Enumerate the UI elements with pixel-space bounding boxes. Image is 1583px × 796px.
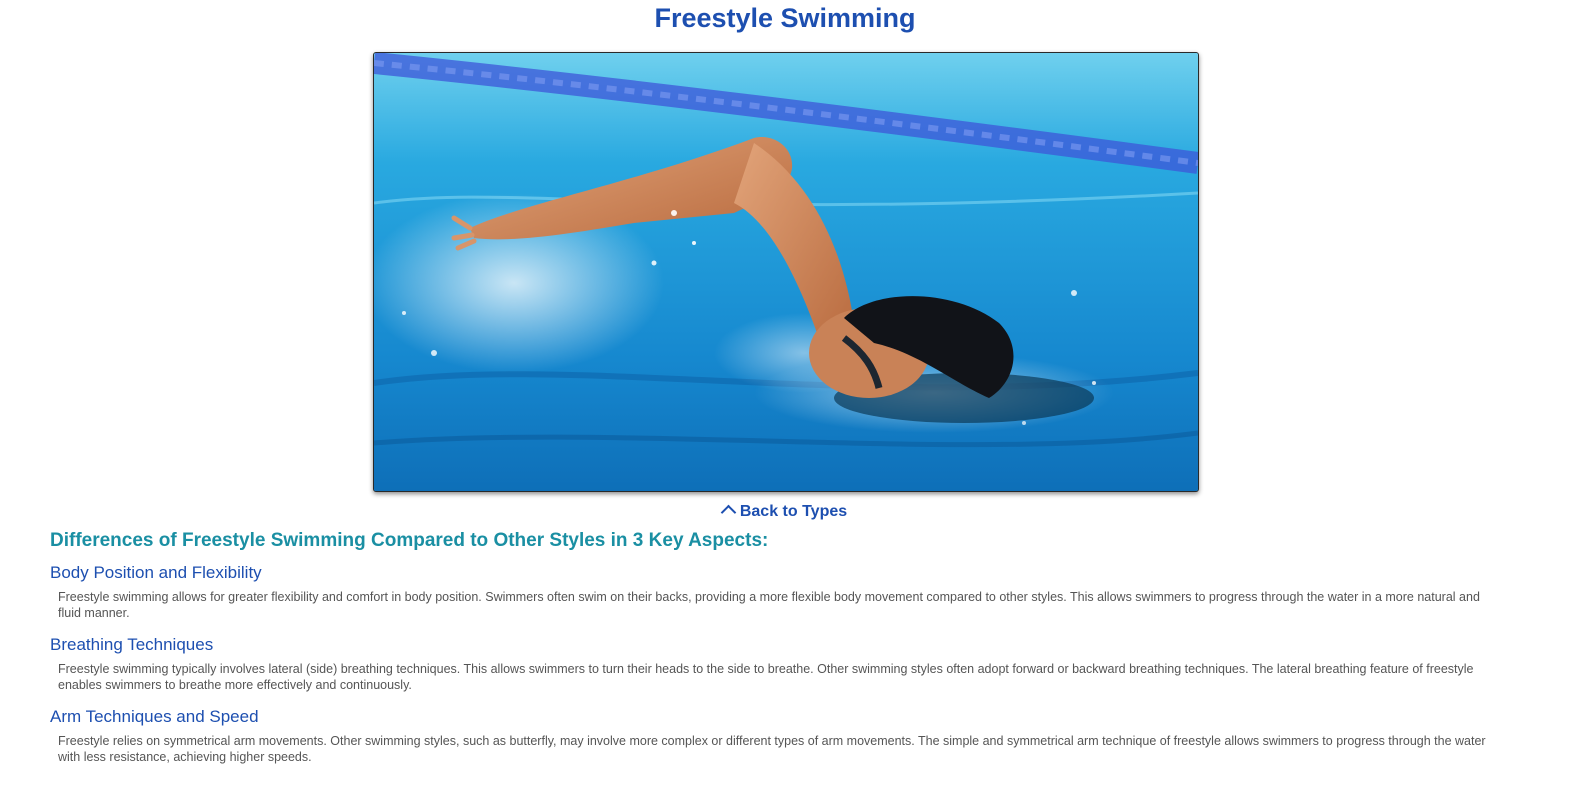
chevron-up-icon (720, 504, 737, 521)
aspect-title: Arm Techniques and Speed (50, 707, 259, 726)
aspect-breathing: Breathing Techniques Freestyle swimming … (50, 635, 1510, 693)
back-to-types-label: Back to Types (739, 503, 848, 520)
aspect-text: Freestyle relies on symmetrical arm move… (58, 734, 1486, 764)
back-to-types-link[interactable]: Back to Types (0, 502, 1570, 522)
article-content: Differences of Freestyle Swimming Compar… (50, 529, 1510, 779)
page-title: Freestyle Swimming (654, 3, 916, 33)
swimmer-photo (374, 53, 1198, 491)
page: Freestyle Swimming Back to Types Differe… (0, 0, 1583, 796)
aspect-title: Body Position and Flexibility (50, 563, 262, 582)
hero-image (373, 52, 1199, 492)
aspect-body-position: Body Position and Flexibility Freestyle … (50, 563, 1510, 621)
aspect-title: Breathing Techniques (50, 635, 214, 654)
aspect-arm-techniques: Arm Techniques and Speed Freestyle relie… (50, 707, 1510, 765)
aspect-text: Freestyle swimming allows for greater fl… (58, 590, 1480, 620)
section-heading: Differences of Freestyle Swimming Compar… (50, 530, 769, 551)
aspect-text: Freestyle swimming typically involves la… (58, 662, 1474, 692)
